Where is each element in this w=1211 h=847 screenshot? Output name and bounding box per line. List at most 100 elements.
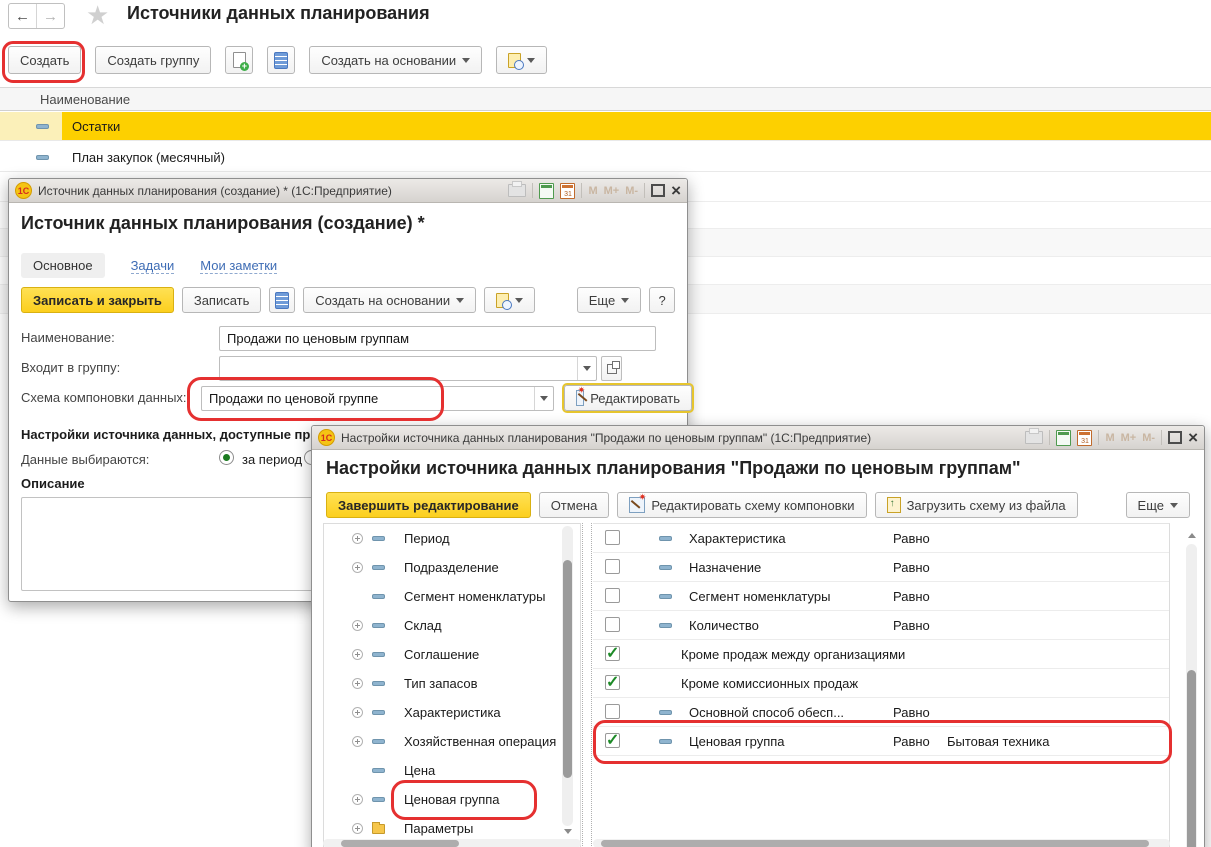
tree-item[interactable]: Сегмент номенклатуры xyxy=(324,582,580,611)
print-icon[interactable] xyxy=(508,184,526,197)
panel-splitter[interactable] xyxy=(582,523,592,847)
tree-item[interactable]: Подразделение xyxy=(324,553,580,582)
tree-item[interactable]: Характеристика xyxy=(324,698,580,727)
name-field[interactable]: Продажи по ценовым группам xyxy=(219,326,656,351)
new-document-button[interactable] xyxy=(225,46,253,74)
schema-field[interactable]: Продажи по ценовой группе xyxy=(201,386,554,411)
tree-item[interactable]: Тип запасов xyxy=(324,669,580,698)
tree-item[interactable]: Соглашение xyxy=(324,640,580,669)
period-radio[interactable] xyxy=(219,450,234,465)
tree-item[interactable]: Склад xyxy=(324,611,580,640)
create-based-on-button[interactable]: Создать на основании xyxy=(309,46,482,74)
dialog-titlebar[interactable]: 1С Настройки источника данных планирован… xyxy=(312,426,1204,450)
condition-checkbox[interactable] xyxy=(605,588,620,603)
edit-schema-button[interactable]: Редактировать схему компоновки xyxy=(617,492,866,518)
more-button[interactable]: Еще xyxy=(1126,492,1190,518)
open-group-button[interactable] xyxy=(601,356,622,381)
expand-plus-icon[interactable] xyxy=(352,649,363,660)
more-button[interactable]: Еще xyxy=(577,287,641,313)
condition-checkbox[interactable] xyxy=(605,704,620,719)
forward-button[interactable]: → xyxy=(36,4,64,28)
condition-row[interactable]: Кроме продаж между организациями xyxy=(593,640,1169,669)
condition-row[interactable]: НазначениеРавно xyxy=(593,553,1169,582)
condition-checkbox[interactable] xyxy=(605,617,620,632)
finish-editing-button[interactable]: Завершить редактирование xyxy=(326,492,531,518)
memory-mminus-button[interactable]: M- xyxy=(625,185,638,197)
calculator-icon[interactable] xyxy=(539,183,554,199)
memory-m-button[interactable]: M xyxy=(588,185,597,197)
expand-plus-icon[interactable] xyxy=(352,678,363,689)
close-button[interactable]: × xyxy=(1188,429,1198,446)
list-column-header[interactable]: Наименование xyxy=(0,87,1211,111)
condition-row[interactable]: Основной способ обесп...Равно xyxy=(593,698,1169,727)
condition-checkbox[interactable] xyxy=(605,646,620,661)
edit-schema-button[interactable]: Редактировать xyxy=(564,385,692,411)
list-row[interactable]: План закупок (месячный) xyxy=(0,143,1211,172)
conditions-horizontal-scrollbar[interactable] xyxy=(593,839,1170,847)
expand-plus-icon[interactable] xyxy=(352,823,363,834)
calculator-icon[interactable] xyxy=(1056,430,1071,446)
tab-tasks[interactable]: Задачи xyxy=(131,258,175,274)
scroll-down-icon[interactable] xyxy=(564,829,572,834)
memory-mplus-button[interactable]: M+ xyxy=(604,185,620,197)
memory-m-button[interactable]: M xyxy=(1105,432,1114,444)
condition-row[interactable]: КоличествоРавно xyxy=(593,611,1169,640)
period-radio-label[interactable]: за период xyxy=(242,452,302,467)
tree-vertical-scrollbar[interactable] xyxy=(562,526,573,826)
tree-horizontal-scrollbar[interactable] xyxy=(323,839,581,847)
print-icon[interactable] xyxy=(1025,431,1043,444)
back-button[interactable]: ← xyxy=(9,4,36,28)
condition-row[interactable]: Ценовая группаРавноБытовая техника xyxy=(593,727,1169,756)
conditions-vertical-scrollbar[interactable] xyxy=(1186,544,1197,847)
scrollbar-thumb[interactable] xyxy=(341,840,459,847)
condition-row[interactable]: ХарактеристикаРавно xyxy=(593,524,1169,553)
maximize-button[interactable] xyxy=(1168,431,1182,444)
scrollbar-thumb[interactable] xyxy=(563,560,572,778)
condition-checkbox[interactable] xyxy=(605,675,620,690)
tree-item[interactable]: Хозяйственная операция xyxy=(324,727,580,756)
scrollbar-thumb[interactable] xyxy=(601,840,1149,847)
expand-plus-icon[interactable] xyxy=(352,707,363,718)
condition-checkbox[interactable] xyxy=(605,530,620,545)
condition-row[interactable]: Кроме комиссионных продаж xyxy=(593,669,1169,698)
memory-mplus-button[interactable]: M+ xyxy=(1121,432,1137,444)
list-settings-button[interactable] xyxy=(269,287,295,313)
create-based-on-button[interactable]: Создать на основании xyxy=(303,287,476,313)
list-row[interactable]: Остатки xyxy=(0,112,1211,141)
condition-checkbox[interactable] xyxy=(605,559,620,574)
expand-plus-icon[interactable] xyxy=(352,620,363,631)
cancel-button[interactable]: Отмена xyxy=(539,492,610,518)
group-field[interactable] xyxy=(219,356,597,381)
expand-plus-icon[interactable] xyxy=(352,562,363,573)
expand-plus-icon[interactable] xyxy=(352,736,363,747)
tab-main[interactable]: Основное xyxy=(21,253,105,278)
dropdown-button[interactable] xyxy=(577,357,596,380)
close-button[interactable]: × xyxy=(671,182,681,199)
tab-notes[interactable]: Мои заметки xyxy=(200,258,277,274)
tree-item[interactable]: Период xyxy=(324,524,580,553)
report-button[interactable] xyxy=(484,287,535,313)
condition-row[interactable]: Сегмент номенклатурыРавно xyxy=(593,582,1169,611)
load-schema-button[interactable]: Загрузить схему из файла xyxy=(875,492,1078,518)
expand-plus-icon[interactable] xyxy=(352,794,363,805)
report-button[interactable] xyxy=(496,46,547,74)
tree-item[interactable]: Ценовая группа xyxy=(324,785,580,814)
scroll-up-icon[interactable] xyxy=(1188,533,1196,538)
scrollbar-thumb[interactable] xyxy=(1187,670,1196,847)
expand-plus-icon[interactable] xyxy=(352,533,363,544)
dialog-titlebar[interactable]: 1С Источник данных планирования (создани… xyxy=(9,179,687,203)
create-button[interactable]: Создать xyxy=(8,46,81,74)
create-group-button[interactable]: Создать группу xyxy=(95,46,211,74)
tree-item[interactable]: Цена xyxy=(324,756,580,785)
help-button[interactable]: ? xyxy=(649,287,675,313)
calendar-icon[interactable]: 31 xyxy=(560,183,575,199)
memory-mminus-button[interactable]: M- xyxy=(1142,432,1155,444)
maximize-button[interactable] xyxy=(651,184,665,197)
dropdown-button[interactable] xyxy=(534,387,553,410)
save-button[interactable]: Записать xyxy=(182,287,262,313)
calendar-icon[interactable]: 31 xyxy=(1077,430,1092,446)
list-settings-button[interactable] xyxy=(267,46,295,74)
favorite-star-icon[interactable]: ★ xyxy=(86,0,109,31)
save-close-button[interactable]: Записать и закрыть xyxy=(21,287,174,313)
condition-checkbox[interactable] xyxy=(605,733,620,748)
